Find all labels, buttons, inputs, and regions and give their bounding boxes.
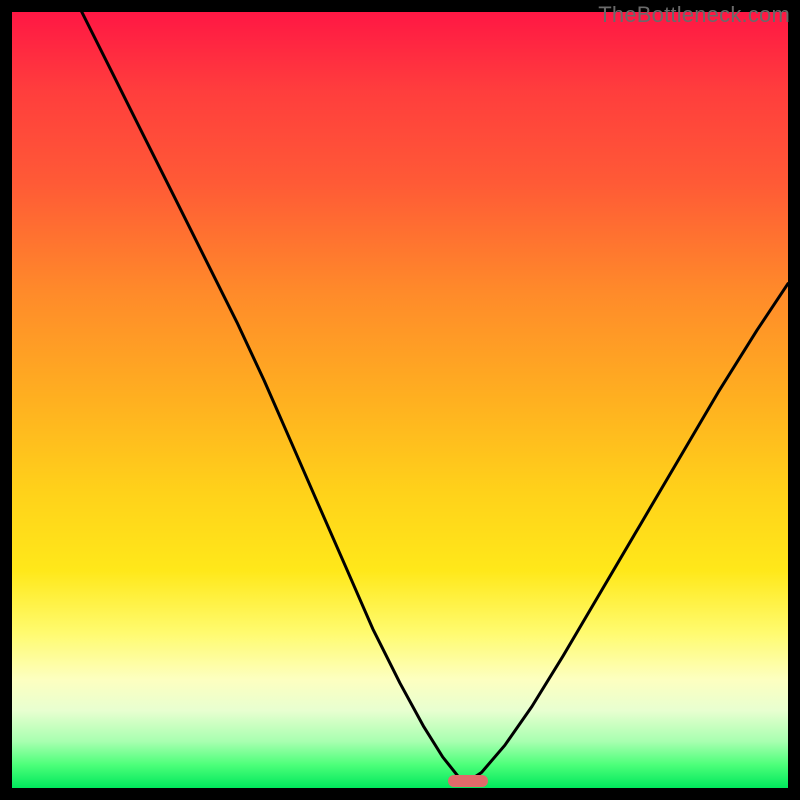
gradient-plot-area [12, 12, 788, 788]
optimum-marker-pill [448, 775, 488, 787]
watermark-text: TheBottleneck.com [598, 2, 790, 28]
bottleneck-curve [12, 12, 788, 788]
chart-stage: TheBottleneck.com [0, 0, 800, 800]
